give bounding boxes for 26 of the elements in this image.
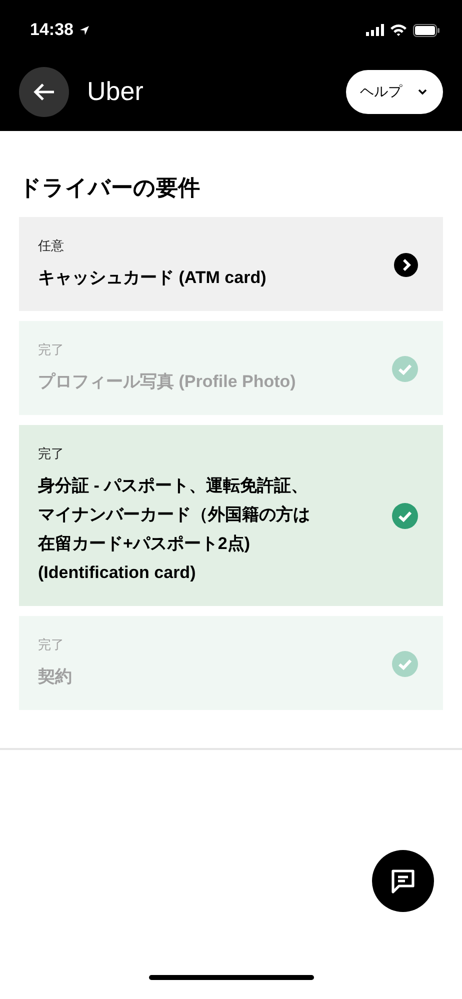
requirement-title: 身分証 - パスポート、運転免許証、マイナンバーカード（外国籍の方は在留カード+パスポート2点) (Identification card) [38,475,311,584]
app-title: Uber [87,76,144,107]
page-heading: ドライバーの要件 [19,175,201,203]
requirement-status: 完了 [38,636,65,654]
checkmark-circle-icon [392,503,418,530]
back-button[interactable] [19,66,69,116]
chevron-down-icon [418,88,427,94]
requirement-card[interactable]: 任意 キャッシュカード (ATM card) [19,217,443,311]
requirement-title: プロフィール写真 (Profile Photo) [38,371,297,394]
checkmark-circle-icon [392,356,418,382]
chat-bubble-icon [390,868,416,894]
checkmark-circle-icon [392,650,418,677]
requirement-status: 任意 [38,238,65,256]
location-arrow-icon [79,24,90,36]
back-arrow-icon [33,82,55,100]
status-time: 14:38 [30,20,74,40]
battery-icon [413,24,440,36]
requirement-title: 契約 [38,666,73,688]
signal-icon [366,24,384,36]
requirement-status: 完了 [38,446,65,463]
requirement-status: 完了 [38,342,65,360]
requirement-title: キャッシュカード (ATM card) [38,267,268,290]
chevron-right-circle-icon [394,253,418,277]
help-button[interactable]: ヘルプ [346,70,443,114]
requirement-card[interactable]: 完了 身分証 - パスポート、運転免許証、マイナンバーカード（外国籍の方は在留カード+パスポート2点) (Identification card) [19,425,443,606]
wifi-icon [390,24,407,36]
